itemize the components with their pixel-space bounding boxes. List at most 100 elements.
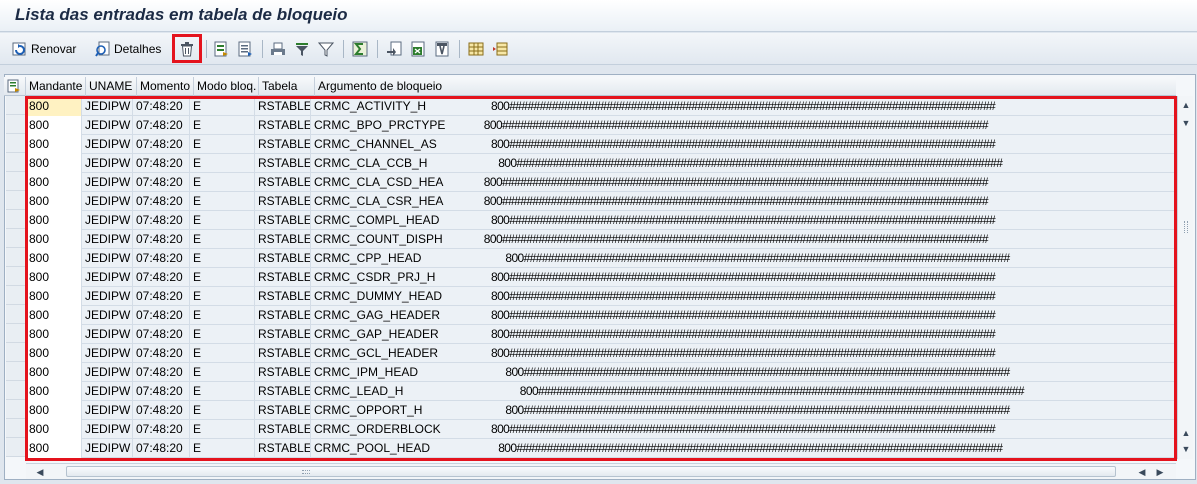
sum-button[interactable] <box>352 38 368 60</box>
filter-button[interactable] <box>317 38 335 60</box>
cell-argumento[interactable]: CRMC_CPP_HEAD 800########################… <box>311 249 1173 268</box>
table-row[interactable]: 800 JEDIPW 07:48:20 E RSTABLE CRMC_IPM_HEAD 80… <box>26 363 1176 382</box>
table-row[interactable]: 800 JEDIPW 07:48:20 E RSTABLE CRMC_BPO_PRCTYP… <box>26 116 1176 135</box>
cell-uname[interactable]: JEDIPW <box>82 306 133 325</box>
cell-tabela[interactable]: RSTABLE <box>255 382 311 401</box>
cell-modo-bloq[interactable]: E <box>190 325 255 344</box>
cell-tabela[interactable]: RSTABLE <box>255 268 311 287</box>
cell-modo-bloq[interactable]: E <box>190 230 255 249</box>
cell-momento[interactable]: 07:48:20 <box>133 287 190 306</box>
export-button[interactable] <box>386 38 402 60</box>
column-header-mandante[interactable]: Mandante <box>26 77 86 96</box>
refresh-button[interactable]: Renovar <box>12 38 76 60</box>
cell-modo-bloq[interactable]: E <box>190 344 255 363</box>
cell-momento[interactable]: 07:48:20 <box>133 249 190 268</box>
cell-mandante[interactable]: 800 <box>26 97 82 116</box>
row-selector[interactable] <box>6 419 26 438</box>
cell-uname[interactable]: JEDIPW <box>82 230 133 249</box>
cell-modo-bloq[interactable]: E <box>190 135 255 154</box>
cell-momento[interactable]: 07:48:20 <box>133 211 190 230</box>
column-header-modo-bloq[interactable]: Modo bloq. <box>194 77 259 96</box>
cell-uname[interactable]: JEDIPW <box>82 116 133 135</box>
cell-argumento[interactable]: CRMC_COUNT_DISPH 800#####################… <box>311 230 1173 249</box>
row-selector[interactable] <box>6 229 26 248</box>
scroll-left-icon[interactable]: ◀ <box>34 466 46 478</box>
cell-mandante[interactable]: 800 <box>26 192 82 211</box>
row-selector[interactable] <box>6 115 26 134</box>
cell-argumento[interactable]: CRMC_CLA_CCB_H 800#######################… <box>311 154 1173 173</box>
select-layout-button[interactable] <box>213 38 229 60</box>
cell-mandante[interactable]: 800 <box>26 363 82 382</box>
cell-momento[interactable]: 07:48:20 <box>133 135 190 154</box>
cell-mandante[interactable]: 800 <box>26 211 82 230</box>
row-selector[interactable] <box>6 305 26 324</box>
row-selector[interactable] <box>6 248 26 267</box>
cell-mandante[interactable]: 800 <box>26 325 82 344</box>
cell-modo-bloq[interactable]: E <box>190 306 255 325</box>
row-selector[interactable] <box>6 438 26 457</box>
cell-tabela[interactable]: RSTABLE <box>255 154 311 173</box>
row-selector[interactable] <box>6 153 26 172</box>
cell-mandante[interactable]: 800 <box>26 154 82 173</box>
cell-momento[interactable]: 07:48:20 <box>133 230 190 249</box>
cell-uname[interactable]: JEDIPW <box>82 268 133 287</box>
table-row[interactable]: 800 JEDIPW 07:48:20 E RSTABLE CRMC_GAP_HEADER… <box>26 325 1176 344</box>
table-row[interactable]: 800 JEDIPW 07:48:20 E RSTABLE CRMC_DUMMY_HEAD… <box>26 287 1176 306</box>
scroll-down-icon[interactable]: ▼ <box>1181 444 1191 454</box>
cell-uname[interactable]: JEDIPW <box>82 420 133 439</box>
cell-uname[interactable]: JEDIPW <box>82 401 133 420</box>
row-selector[interactable] <box>6 191 26 210</box>
cell-mandante[interactable]: 800 <box>26 116 82 135</box>
cell-momento[interactable]: 07:48:20 <box>133 97 190 116</box>
cell-momento[interactable]: 07:48:20 <box>133 192 190 211</box>
cell-tabela[interactable]: RSTABLE <box>255 211 311 230</box>
cell-uname[interactable]: JEDIPW <box>82 439 133 458</box>
cell-argumento[interactable]: CRMC_ORDERBLOCK 800######################… <box>311 420 1173 439</box>
scroll-up-icon[interactable]: ▲ <box>1181 100 1191 110</box>
table-row[interactable]: 800 JEDIPW 07:48:20 E RSTABLE CRMC_CHANNEL_AS… <box>26 135 1176 154</box>
cell-modo-bloq[interactable]: E <box>190 116 255 135</box>
cell-tabela[interactable]: RSTABLE <box>255 116 311 135</box>
filter-set-button[interactable] <box>294 38 310 60</box>
layout-button[interactable] <box>492 38 508 60</box>
cell-momento[interactable]: 07:48:20 <box>133 306 190 325</box>
cell-argumento[interactable]: CRMC_CSDR_PRJ_H 800######################… <box>311 268 1173 287</box>
cell-uname[interactable]: JEDIPW <box>82 325 133 344</box>
cell-modo-bloq[interactable]: E <box>190 401 255 420</box>
cell-modo-bloq[interactable]: E <box>190 382 255 401</box>
cell-mandante[interactable]: 800 <box>26 268 82 287</box>
cell-tabela[interactable]: RSTABLE <box>255 287 311 306</box>
row-selector[interactable] <box>6 286 26 305</box>
table-row[interactable]: 800 JEDIPW 07:48:20 E RSTABLE CRMC_POOL_HEAD 8… <box>26 439 1176 458</box>
cell-modo-bloq[interactable]: E <box>190 154 255 173</box>
cell-argumento[interactable]: CRMC_CHANNEL_AS 800######################… <box>311 135 1173 154</box>
column-header-uname[interactable]: UNAME <box>86 77 137 96</box>
cell-tabela[interactable]: RSTABLE <box>255 135 311 154</box>
scroll-right-icon[interactable]: ▶ <box>1154 466 1166 478</box>
table-row[interactable]: 800 JEDIPW 07:48:20 E RSTABLE CRMC_CPP_HEAD 80… <box>26 249 1176 268</box>
cell-modo-bloq[interactable]: E <box>190 192 255 211</box>
cell-argumento[interactable]: CRMC_IPM_HEAD 800########################… <box>311 363 1173 382</box>
cell-tabela[interactable]: RSTABLE <box>255 97 311 116</box>
cell-momento[interactable]: 07:48:20 <box>133 154 190 173</box>
cell-modo-bloq[interactable]: E <box>190 97 255 116</box>
cell-momento[interactable]: 07:48:20 <box>133 382 190 401</box>
cell-tabela[interactable]: RSTABLE <box>255 306 311 325</box>
row-selector[interactable] <box>6 343 26 362</box>
row-selector[interactable] <box>6 324 26 343</box>
cell-argumento[interactable]: CRMC_LEAD_H 800##########################… <box>311 382 1173 401</box>
cell-momento[interactable]: 07:48:20 <box>133 401 190 420</box>
page-up-icon[interactable]: ▲ <box>1181 428 1191 438</box>
cell-mandante[interactable]: 800 <box>26 287 82 306</box>
cell-modo-bloq[interactable]: E <box>190 249 255 268</box>
row-selector[interactable] <box>6 172 26 191</box>
cell-argumento[interactable]: CRMC_OPPORT_H 800########################… <box>311 401 1173 420</box>
cell-tabela[interactable]: RSTABLE <box>255 249 311 268</box>
cell-mandante[interactable]: 800 <box>26 173 82 192</box>
cell-modo-bloq[interactable]: E <box>190 420 255 439</box>
table-row[interactable]: 800 JEDIPW 07:48:20 E RSTABLE CRMC_CLA_CSD_HE… <box>26 173 1176 192</box>
table-row[interactable]: 800 JEDIPW 07:48:20 E RSTABLE CRMC_OPPORT_H 80… <box>26 401 1176 420</box>
cell-mandante[interactable]: 800 <box>26 306 82 325</box>
horizontal-scroll-thumb[interactable] <box>66 466 1116 477</box>
cell-tabela[interactable]: RSTABLE <box>255 439 311 458</box>
